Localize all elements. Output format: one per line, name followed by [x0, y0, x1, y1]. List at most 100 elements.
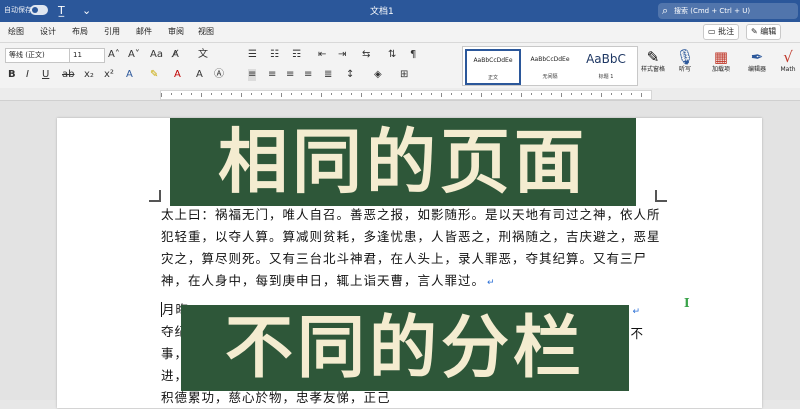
ruler-tick [371, 93, 372, 95]
justify-icon[interactable]: ≡ [304, 69, 312, 81]
comment-icon: ▭ [708, 27, 716, 36]
align-right-icon[interactable]: ≡ [286, 69, 294, 81]
ruler-tick [271, 93, 272, 95]
clear-format-icon[interactable]: A̸ [172, 49, 179, 61]
font-color-icon[interactable]: A [174, 69, 181, 81]
italic-icon[interactable]: I [26, 69, 29, 81]
phonetic-guide-icon[interactable]: 文 [198, 49, 208, 61]
ruler-tick [231, 93, 232, 95]
paragraph-mark-icon: ↵ [487, 278, 496, 288]
menu-review[interactable]: 审阅 [168, 26, 184, 37]
sort-icon[interactable]: ⇅ [388, 49, 396, 61]
menu-design[interactable]: 设计 [40, 26, 56, 37]
style-name: 正文 [487, 75, 498, 81]
shrink-font-icon[interactable]: A˅ [128, 49, 140, 61]
style-no-spacing[interactable]: AaBbCcDdEe 无间隔 [523, 49, 577, 83]
pencil-icon: ✎ [751, 27, 758, 36]
style-name: 标题 1 [598, 74, 614, 80]
text-line: 神，在人身中，每到庚申日，辄上诣天曹，言人罪过。 [161, 273, 486, 288]
ruler-tick [221, 93, 222, 95]
ruler-tick [201, 93, 202, 97]
style-normal[interactable]: AaBbCcDdEe 正文 [465, 49, 521, 85]
numbering-icon[interactable]: ☷ [270, 49, 279, 61]
align-left-icon[interactable]: ≡ [248, 69, 257, 81]
borders-icon[interactable]: ⊞ [400, 69, 408, 81]
ruler-tick [171, 93, 172, 95]
highlight-icon[interactable]: ✎ [150, 69, 158, 81]
ruler-tick [251, 93, 252, 95]
ruler-tick [261, 93, 262, 95]
add-ins-button[interactable]: ▦ 加载项 [704, 46, 738, 86]
edit-mode-button[interactable]: ✎ 编辑 [746, 24, 782, 40]
char-shading-icon[interactable]: A [196, 69, 203, 81]
math-button[interactable]: √ Math [776, 46, 800, 86]
tool-label: 加载项 [711, 66, 730, 73]
menu-draw[interactable]: 绘图 [8, 26, 24, 37]
underline-icon[interactable]: U [42, 69, 49, 81]
add-ins-icon: ▦ [713, 48, 729, 66]
ruler-tick [531, 93, 532, 95]
increase-indent-icon[interactable]: ⇥ [338, 49, 346, 61]
ruler-tick [331, 93, 332, 95]
tool-label: 样式窗格 [640, 66, 665, 73]
ruler-tick [161, 93, 162, 97]
ruler-tick [401, 93, 402, 97]
style-pane-icon: ✎ [646, 48, 660, 66]
ruler-tick [431, 93, 432, 95]
search-box[interactable]: ⌕ 搜索 (Cmd + Ctrl + U) [658, 3, 798, 19]
crop-mark [149, 190, 161, 202]
change-case-icon[interactable]: Aa [150, 49, 163, 61]
paragraph-1[interactable]: 太上曰：祸福无门，唯人自召。善恶之报，如影随形。是以天地有司过之神，依人所 犯轻… [161, 204, 661, 294]
shading-icon[interactable]: ◈ [374, 69, 382, 81]
ruler-track [160, 90, 652, 100]
enclose-char-icon[interactable]: Ⓐ [214, 69, 224, 81]
ruler-tick [301, 93, 302, 95]
grow-font-icon[interactable]: A˄ [108, 49, 120, 61]
strikethrough-icon[interactable]: ab [62, 69, 74, 81]
ruler-tick [541, 93, 542, 95]
text-format-icon[interactable]: T̲ [58, 4, 65, 18]
ruler-tick [621, 93, 622, 95]
menu-mailings[interactable]: 邮件 [136, 26, 152, 37]
overlay-banner-top: 相同的页面 [170, 118, 636, 206]
text-line: 犯轻重，以夺人算。算减则贫耗，多逢忧患，人皆恶之，刑祸随之，吉庆避之，恶星 [161, 229, 661, 244]
autosave-toggle[interactable] [30, 5, 48, 15]
ruler-tick [581, 93, 582, 95]
menu-references[interactable]: 引用 [104, 26, 120, 37]
comment-label: 批注 [718, 27, 735, 36]
editor-icon: ✒ [750, 48, 764, 66]
style-pane-button[interactable]: ✎ 样式窗格 [636, 46, 670, 86]
ruler-tick [511, 93, 512, 95]
asian-layout-icon[interactable]: ⇆ [362, 49, 370, 61]
multilevel-list-icon[interactable]: ☶ [292, 49, 301, 61]
show-marks-icon[interactable]: ¶ [410, 49, 416, 61]
text-effects-icon[interactable]: A [126, 69, 133, 81]
ruler-tick [211, 93, 212, 95]
superscript-icon[interactable]: x² [104, 69, 114, 81]
search-placeholder: 搜索 (Cmd + Ctrl + U) [674, 7, 751, 15]
line-spacing-icon[interactable]: ↕ [346, 69, 354, 81]
editor-button[interactable]: ✒ 编辑器 [740, 46, 774, 86]
menu-layout[interactable]: 布局 [72, 26, 88, 37]
dictate-button[interactable]: 🎙 听写 [668, 46, 702, 86]
subscript-icon[interactable]: x₂ [84, 69, 94, 81]
crop-mark [655, 190, 667, 202]
ruler-tick [491, 93, 492, 95]
ruler-tick [461, 93, 462, 95]
style-heading-1[interactable]: AaBbC 标题 1 [579, 49, 633, 83]
ribbon: 等线 (正文) 11 A˄ A˅ Aa A̸ 文 B I U ab x₂ x² … [0, 43, 800, 89]
ruler-tick [601, 93, 602, 97]
menu-view[interactable]: 视图 [198, 26, 214, 37]
bold-icon[interactable]: B [8, 69, 16, 81]
comment-button[interactable]: ▭ 批注 [703, 24, 740, 40]
style-preview: AaBbCcDdEe [473, 57, 513, 64]
style-preview: AaBbC [586, 52, 626, 66]
horizontal-ruler[interactable] [0, 88, 800, 101]
chevron-down-icon[interactable]: ⌄ [82, 4, 91, 18]
distributed-icon[interactable]: ≣ [324, 69, 332, 81]
align-center-icon[interactable]: ≡ [268, 69, 276, 81]
font-size-select[interactable]: 11 [69, 48, 105, 63]
autosave-label: 自动保存 [4, 6, 32, 14]
decrease-indent-icon[interactable]: ⇤ [318, 49, 326, 61]
bullets-icon[interactable]: ☰ [248, 49, 257, 61]
